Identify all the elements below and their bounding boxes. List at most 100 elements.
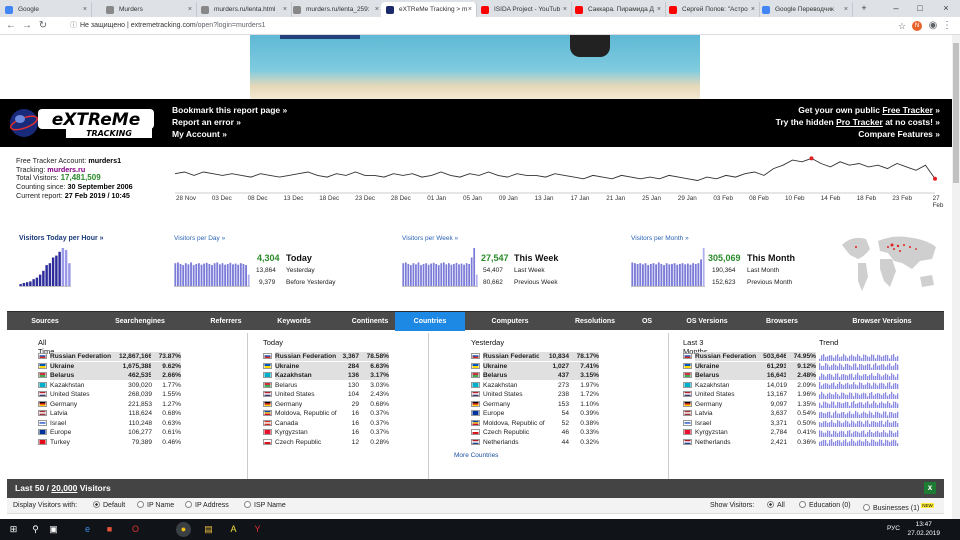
close-icon[interactable]: × [375,2,379,17]
country-row[interactable]: Germany 153 1.10% [471,400,631,409]
report-error-link[interactable]: Report an error » [172,116,287,128]
maximize-icon[interactable]: □ [908,0,932,17]
browser-tab[interactable]: eXTReMe Tracking > m × [381,2,477,17]
my-account-link[interactable]: My Account » [172,128,287,140]
tab-os-versions[interactable]: OS Versions [667,312,747,331]
language-indicator[interactable]: РУС [887,525,900,532]
menu-icon[interactable]: ⋮ [940,19,954,33]
browser-tab[interactable]: murders.ru/lenta.html × [196,2,292,17]
country-row[interactable]: Canada 16 0.37% [263,419,423,428]
month-chart[interactable] [631,247,705,287]
display-isp-name[interactable]: ISP Name [244,498,286,514]
tab-countries[interactable]: Countries [395,312,465,331]
yandex-icon[interactable]: Y [250,522,265,537]
per-hour-link[interactable]: Visitors Today per Hour » [19,235,104,242]
country-row[interactable]: Turkey 79,389 0.46% [38,438,218,447]
profile-avatar[interactable]: N [912,21,922,31]
country-row[interactable]: Czech Republic 12 0.28% [263,438,423,447]
browser-tab[interactable]: Саккара. Пирамида Д × [570,2,666,17]
day-chart[interactable] [174,247,250,287]
country-row[interactable]: United States 268,039 1.55% [38,390,218,399]
last50-link[interactable]: 20,000 [51,483,77,493]
reload-icon[interactable]: ↻ [36,19,50,33]
country-row[interactable]: Netherlands 44 0.32% [471,438,631,447]
country-row[interactable]: Latvia 3,637 0.54% [683,409,943,418]
minimize-icon[interactable]: – [884,0,908,17]
clock[interactable]: 13:47 27.02.2019 [907,521,940,538]
country-name[interactable]: Germany [50,400,126,409]
search-icon[interactable]: ⚲ [28,522,43,537]
country-row[interactable]: Netherlands 2,421 0.36% [683,438,943,447]
show-education[interactable]: Education (0) [799,498,851,514]
country-row[interactable]: Ukraine 1,027 7.41% [471,361,631,371]
country-row[interactable]: Latvia 118,624 0.68% [38,409,218,418]
country-row[interactable]: United States 13,167 1.96% [683,390,943,399]
info-icon[interactable]: ⓘ [70,22,77,29]
display-ip-name[interactable]: IP Name [137,498,174,514]
country-row[interactable]: Kazakhstan 309,020 1.77% [38,381,218,390]
browser-tab[interactable]: ISIDA Project - YouTub × [476,2,572,17]
star-icon[interactable]: ☆ [895,19,909,33]
country-row[interactable]: Moldova, Republic of 16 0.37% [263,409,423,418]
per-day-link[interactable]: Visitors per Day » [174,235,225,242]
week-chart[interactable] [402,247,478,287]
country-row[interactable]: Kazakhstan 136 3.17% [263,371,423,380]
window-close-icon[interactable]: × [934,0,958,17]
extension-icon[interactable]: ◉ [926,19,940,33]
windows-start-icon[interactable]: ⊞ [6,522,21,537]
country-row[interactable]: Russian Federation 10,834 78.17% [471,352,631,361]
pro-tracker-line[interactable]: Try the hidden Pro Tracker at no costs! … [776,116,940,128]
free-tracker-line[interactable]: Get your own public Free Tracker » [776,104,940,116]
edge-icon[interactable]: e [80,522,95,537]
tab-os[interactable]: OS [633,312,661,331]
country-row[interactable]: Czech Republic 46 0.33% [471,428,631,437]
tab-computers[interactable]: Computers [465,312,555,331]
browser-tab[interactable]: Google Переводчик × [757,2,853,17]
country-row[interactable]: Kazakhstan 273 1.97% [471,381,631,390]
country-row[interactable]: Russian Federation 12,867,166 73.87% [38,352,218,361]
display-ip-address[interactable]: IP Address [185,498,229,514]
country-row[interactable]: Germany 221,853 1.27% [38,400,218,409]
show-businesses[interactable]: Businesses (1) NEW [863,498,934,517]
country-row[interactable]: Belarus 130 3.03% [263,381,423,390]
country-row[interactable]: Kyrgyzstan 2,784 0.41% [683,428,943,437]
close-icon[interactable]: × [657,2,661,17]
extreme-tracking-logo[interactable]: eXTReMe TRACKING [6,103,156,141]
close-icon[interactable]: × [468,2,472,17]
country-row[interactable]: United States 238 1.72% [471,390,631,399]
tab-keywords[interactable]: Keywords [259,312,329,331]
free-tracker-link[interactable]: Free Tracker [882,105,933,115]
hour-chart[interactable] [19,247,71,287]
tab-sources[interactable]: Sources [15,312,75,331]
country-row[interactable]: United States 104 2.43% [263,390,423,399]
country-row[interactable]: Belarus 462,535 2.66% [38,371,218,380]
country-name[interactable]: Russian Federation [50,352,126,361]
country-row[interactable]: Israel 3,371 0.50% [683,419,943,428]
close-icon[interactable]: × [83,2,87,17]
world-map[interactable] [836,231,940,295]
close-icon[interactable]: × [563,2,567,17]
country-row[interactable]: Germany 29 0.68% [263,400,423,409]
country-row[interactable]: Moldova, Republic of 52 0.38% [471,419,631,428]
country-name[interactable]: United States [50,390,126,399]
country-row[interactable]: Russian Federation 3,367 78.58% [263,352,423,361]
forward-icon[interactable]: → [20,19,34,33]
app-a-icon[interactable]: A [226,522,241,537]
excel-export-icon[interactable]: x [924,482,936,494]
country-row[interactable]: Belarus 16,643 2.48% [683,371,943,380]
opera-icon[interactable]: O [128,522,143,537]
tab-resolutions[interactable]: Resolutions [555,312,635,331]
banner-button[interactable] [280,35,360,39]
country-name[interactable]: Ukraine [50,361,126,371]
browser-tab[interactable]: Сергей Попов: "Астро × [664,2,760,17]
bookmark-link[interactable]: Bookmark this report page » [172,104,287,116]
country-row[interactable]: Kyrgyzstan 16 0.37% [263,428,423,437]
close-icon[interactable]: × [283,2,287,17]
country-row[interactable]: Ukraine 1,675,388 9.62% [38,361,218,371]
country-row[interactable]: Israel 110,248 0.63% [38,419,218,428]
country-name[interactable]: Kazakhstan [50,381,126,390]
close-icon[interactable]: × [188,2,192,17]
tab-referrers[interactable]: Referrers [185,312,267,331]
tab-browser-versions[interactable]: Browser Versions [827,312,937,331]
display-default[interactable]: Default [93,498,125,514]
